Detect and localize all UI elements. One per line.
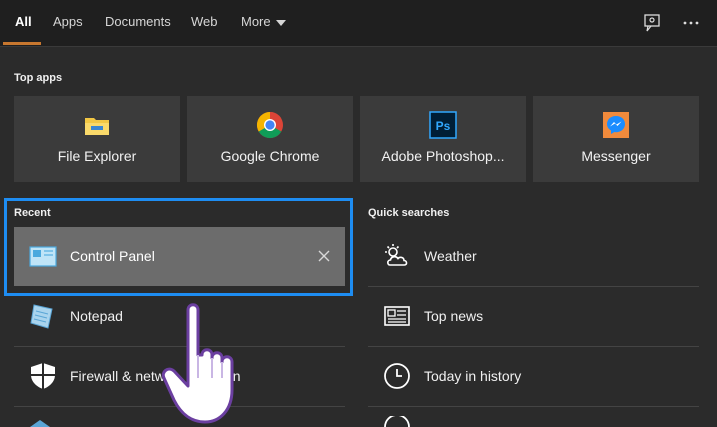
tab-more-label: More [241, 14, 271, 29]
tab-apps[interactable]: Apps [53, 0, 83, 46]
photoshop-icon-text: Ps [436, 119, 451, 133]
photoshop-icon: Ps [429, 111, 457, 139]
folder-icon [85, 118, 109, 135]
app-tile-label: File Explorer [57, 148, 137, 164]
app-tile-file-explorer[interactable]: File Explorer [14, 96, 180, 182]
active-tab-indicator [3, 42, 41, 45]
news-icon [384, 306, 410, 326]
partial-search-icon [384, 416, 410, 427]
recent-item-label: Notepad [70, 308, 123, 324]
feedback-icon[interactable] [642, 13, 662, 33]
quick-search-label: Top news [424, 308, 484, 324]
search-tab-bar: All Apps Documents Web More [0, 0, 717, 47]
app-tile-label: Messenger [581, 148, 651, 164]
quick-search-label: Weather [424, 248, 477, 264]
tab-web[interactable]: Web [191, 0, 218, 46]
clock-icon [384, 363, 410, 389]
app-tile-adobe-photoshop[interactable]: Ps Adobe Photoshop... [360, 96, 526, 182]
app-tile-messenger[interactable]: Messenger [533, 96, 699, 182]
chevron-down-icon [275, 19, 286, 26]
quick-search-label: Today in history [424, 368, 522, 384]
app-tile-google-chrome[interactable]: Google Chrome [187, 96, 353, 182]
quick-searches-heading: Quick searches [368, 207, 450, 219]
tab-documents[interactable]: Documents [105, 0, 171, 46]
quick-search-today-in-history[interactable]: Today in history [368, 347, 699, 407]
partial-app-icon [30, 420, 50, 427]
app-tile-label: Adobe Photoshop... [381, 148, 505, 164]
top-apps-heading: Top apps [14, 72, 63, 84]
weather-icon [385, 244, 408, 266]
pointing-hand-icon [161, 303, 234, 424]
chrome-icon [256, 111, 283, 139]
tab-more[interactable]: More [241, 0, 286, 46]
selection-highlight [4, 198, 353, 296]
app-tile-label: Google Chrome [220, 148, 320, 164]
messenger-icon [603, 112, 629, 138]
quick-search-weather[interactable]: Weather [368, 227, 699, 287]
tab-all[interactable]: All [15, 0, 32, 46]
notepad-icon [30, 304, 53, 329]
more-options-icon[interactable] [681, 13, 701, 33]
shield-icon [31, 363, 55, 389]
quick-search-top-news[interactable]: Top news [368, 287, 699, 347]
